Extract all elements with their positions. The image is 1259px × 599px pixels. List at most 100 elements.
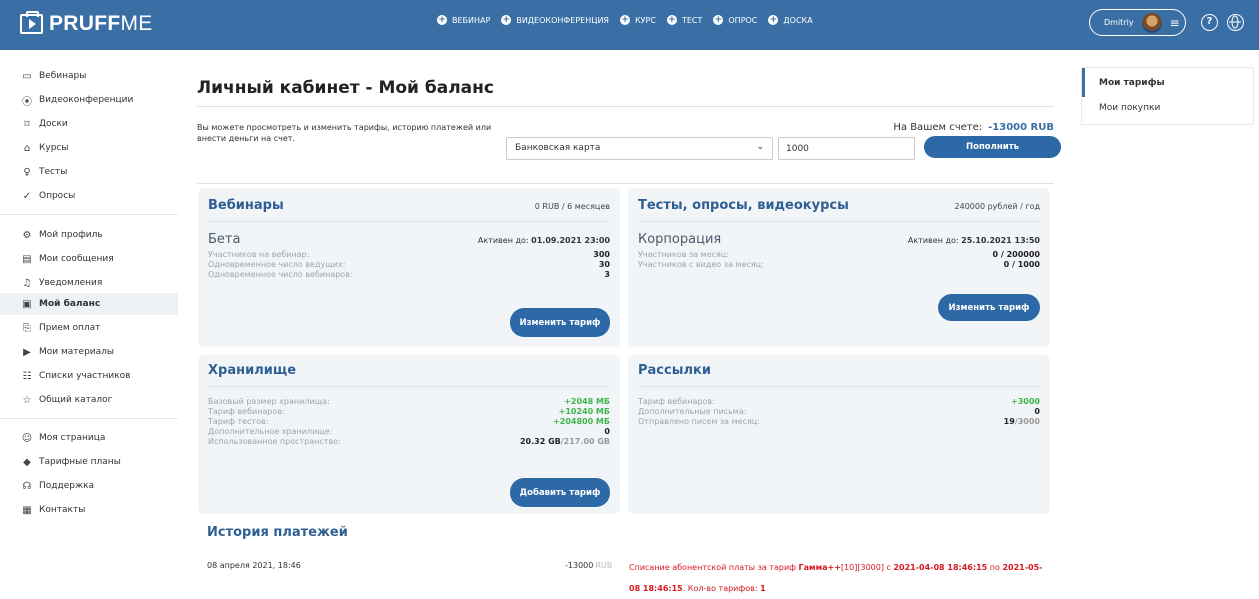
- card-title: Тесты, опросы, видеокурсы: [638, 198, 849, 213]
- globe-icon[interactable]: [1227, 14, 1244, 31]
- sidebar-item-materials[interactable]: ▶ Мои материалы: [0, 341, 178, 363]
- plus-icon: +: [768, 15, 779, 25]
- plan-details: Участников за месяц: 0 / 200000 Участнико…: [638, 250, 1040, 270]
- card-title: Хранилище: [208, 363, 297, 378]
- logo-icon: [20, 11, 43, 34]
- sidebar-item-catalog[interactable]: ☆ Общий каталог: [0, 389, 178, 411]
- sidebar-divider: [0, 418, 178, 419]
- user-menu-button[interactable]: Dmitriy ≡: [1089, 9, 1186, 36]
- user-circle-icon: ☺: [21, 432, 33, 444]
- history-amount: -13000 RUB: [565, 561, 613, 570]
- sidebar-item-payments[interactable]: ⎘ Прием оплат: [0, 317, 178, 339]
- plus-icon: +: [619, 15, 630, 25]
- bell-icon: ♫: [22, 277, 32, 289]
- message-icon: ▤: [22, 253, 32, 265]
- detail-row: Тариф вебинаров: +10240 МБ: [208, 407, 610, 416]
- sidebar-item-polls[interactable]: ✓ Опросы: [0, 185, 178, 207]
- detail-row: Отправлено писем за месяц: 19/3000: [638, 417, 1040, 426]
- active-indicator: [1082, 68, 1085, 97]
- detail-row: Участников за месяц: 0 / 200000: [638, 250, 1040, 259]
- logo[interactable]: PRUFFME: [20, 11, 153, 37]
- balance-value: -13000 RUB: [988, 122, 1054, 133]
- sidebar-item-balance[interactable]: ▣ Мой баланс: [0, 293, 178, 315]
- card-price: 240000 рублей / год: [954, 202, 1040, 211]
- storage-details: Базовый размер хранилища: +2048 МБ Тариф …: [208, 397, 610, 447]
- payment-history-title: История платежей: [207, 525, 348, 540]
- help-icon[interactable]: ?: [1201, 14, 1218, 31]
- sidebar: ▭ Вебинары ⦿ Видеоконференции ⌑ Доски ⌂ Курс…: [0, 50, 178, 594]
- create-test-button[interactable]: + ТЕСТ: [666, 15, 702, 25]
- sidebar-item-contacts[interactable]: ▦ Контакты: [0, 499, 178, 521]
- sidebar-item-messages[interactable]: ▤ Мои сообщения: [0, 248, 178, 270]
- sidebar-item-webinars[interactable]: ▭ Вебинары: [0, 65, 178, 87]
- payment-icon: ⎘: [23, 322, 31, 334]
- check-circle-icon: ✓: [22, 190, 32, 202]
- plan-name: Корпорация: [638, 232, 722, 247]
- plus-icon: +: [437, 15, 447, 25]
- sidebar-item-notifications[interactable]: ♫ Уведомления: [0, 272, 178, 294]
- page-title: Личный кабинет - Мой баланс: [197, 78, 494, 98]
- subnav-my-purchases[interactable]: Мои покупки: [1099, 103, 1160, 113]
- amount-input[interactable]: [778, 137, 915, 160]
- contact-card-icon: ▦: [22, 504, 32, 516]
- avatar: [1141, 12, 1162, 33]
- sidebar-item-videoconferences[interactable]: ⦿ Видеоконференции: [0, 89, 178, 111]
- sidebar-divider: [0, 214, 178, 215]
- sidebar-item-support[interactable]: ☊ Поддержка: [0, 475, 178, 497]
- card-title: Вебинары: [208, 198, 284, 213]
- subnav-my-tariffs[interactable]: Мои тарифы: [1099, 78, 1165, 88]
- top-bar: PRUFFME + ВЕБИНАР + ВИДЕОКОНФЕРЕНЦИЯ + КУРС…: [0, 0, 1259, 50]
- storage-card: Хранилище Базовый размер хранилища: +2048…: [198, 355, 620, 514]
- create-webinar-button[interactable]: + ВЕБИНАР: [437, 15, 490, 25]
- wallet-icon: ▣: [22, 298, 32, 310]
- plus-icon: +: [666, 15, 677, 25]
- history-date: 08 апреля 2021, 18:46: [207, 561, 301, 570]
- create-videoconference-button[interactable]: + ВИДЕОКОНФЕРЕНЦИЯ: [501, 15, 609, 25]
- sidebar-item-profile[interactable]: ⚙ Мой профиль: [0, 224, 178, 246]
- bulb-icon: ♀: [23, 166, 31, 178]
- detail-row: Дополнительные письма: 0: [638, 407, 1040, 416]
- sidebar-item-courses[interactable]: ⌂ Курсы: [0, 137, 178, 159]
- topup-button[interactable]: Пополнить: [924, 136, 1061, 158]
- sidebar-item-tests[interactable]: ♀ Тесты: [0, 161, 178, 183]
- course-icon: ⌂: [23, 142, 31, 154]
- diamond-icon: ◆: [23, 456, 31, 468]
- sidebar-item-participant-lists[interactable]: ☷ Списки участников: [0, 365, 178, 387]
- change-tariff-button[interactable]: Изменить тариф: [938, 294, 1040, 321]
- payment-method-select[interactable]: Банковская карта ⌄: [506, 137, 773, 160]
- create-course-button[interactable]: + КУРС: [619, 15, 656, 25]
- sidebar-item-tariff-plans[interactable]: ◆ Тарифные планы: [0, 451, 178, 473]
- mailing-details: Тариф вебинаров: +3000 Дополнительные пис…: [638, 397, 1040, 427]
- card-title: Рассылки: [638, 363, 711, 378]
- headset-icon: ☊: [22, 480, 32, 492]
- card-divider: [208, 386, 610, 387]
- plan-active-until: Активен до: 01.09.2021 23:00: [477, 236, 610, 245]
- detail-row: Участников с видео за месяц: 0 / 1000: [638, 260, 1040, 269]
- create-menu: + ВЕБИНАР + ВИДЕОКОНФЕРЕНЦИЯ + КУРС + ТЕСТ +…: [437, 15, 813, 25]
- section-divider: [197, 183, 1054, 184]
- change-tariff-button[interactable]: Изменить тариф: [510, 308, 610, 337]
- detail-row: Тариф тестов: +204800 МБ: [208, 417, 610, 426]
- detail-row: Тариф вебинаров: +3000: [638, 397, 1040, 406]
- plan-name: Бета: [208, 232, 241, 247]
- user-name: Dmitriy: [1104, 18, 1134, 27]
- radio-waves-icon: ⦿: [22, 96, 32, 108]
- detail-row: Использованное пространство: 20.32 GB/217…: [208, 437, 610, 446]
- tests-card: Тесты, опросы, видеокурсы 240000 рублей …: [628, 188, 1050, 347]
- card-divider: [208, 221, 610, 222]
- sidebar-item-boards[interactable]: ⌑ Доски: [0, 113, 178, 135]
- users-icon: ☷: [22, 370, 32, 382]
- create-board-button[interactable]: + ДОСКА: [768, 15, 813, 25]
- detail-row: Одновременное число ведущих: 30: [208, 260, 610, 269]
- add-tariff-button[interactable]: Добавить тариф: [510, 478, 610, 507]
- webinars-card: Вебинары 0 RUB / 6 месяцев Бета Активен …: [198, 188, 620, 347]
- detail-row: Базовый размер хранилища: +2048 МБ: [208, 397, 610, 406]
- create-poll-button[interactable]: + ОПРОС: [713, 15, 757, 25]
- main-content: Личный кабинет - Мой баланс Вы можете пр…: [197, 50, 1061, 594]
- star-icon: ☆: [22, 394, 32, 406]
- plan-active-until: Активен до: 25.10.2021 13:50: [907, 236, 1040, 245]
- plus-icon: +: [713, 15, 724, 25]
- detail-row: Одновременное число вебинаров: 3: [208, 270, 610, 279]
- menu-icon: ≡: [1169, 15, 1180, 30]
- sidebar-item-my-page[interactable]: ☺ Моя страница: [0, 427, 178, 449]
